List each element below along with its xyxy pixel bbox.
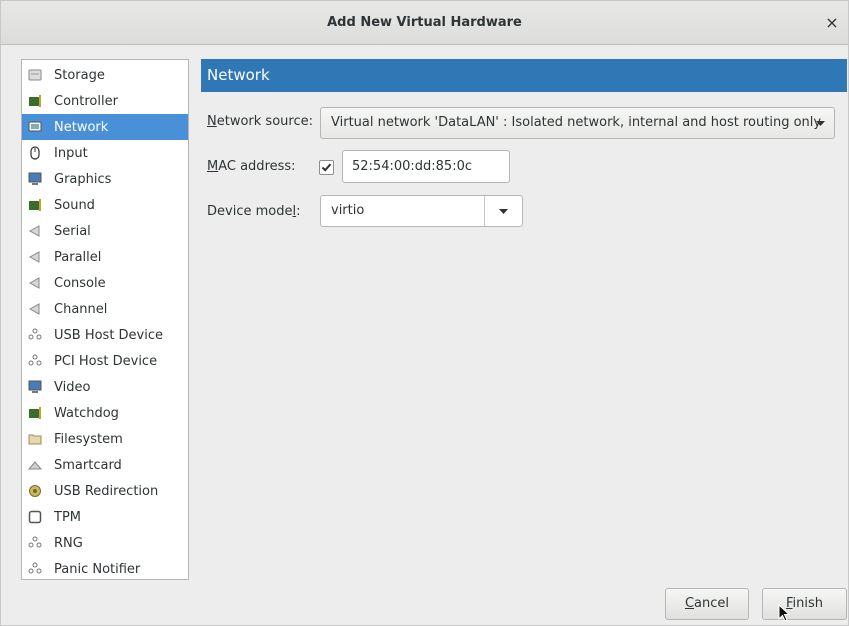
checkmark-icon	[321, 163, 332, 172]
serial-port-icon	[28, 224, 42, 238]
add-virtual-hardware-dialog: Add New Virtual Hardware × Storage Contro…	[0, 0, 849, 626]
network-source-combo[interactable]: Virtual network 'DataLAN' : Isolated net…	[320, 107, 835, 139]
hardware-item-label: Serial	[54, 223, 91, 239]
smartcard-icon	[28, 458, 42, 472]
network-icon	[28, 120, 42, 134]
device-model-dropdown-button[interactable]	[484, 196, 522, 226]
hardware-item-label: RNG	[54, 535, 83, 551]
hardware-item-sound[interactable]: Sound	[22, 192, 188, 218]
hardware-item-usb-redirection[interactable]: USB Redirection	[22, 478, 188, 504]
mac-address-checkbox[interactable]	[319, 160, 334, 175]
cancel-button[interactable]: Cancel	[665, 588, 749, 620]
hardware-item-label: Graphics	[54, 171, 112, 187]
pci-host-icon	[28, 354, 42, 368]
hardware-item-channel[interactable]: Channel	[22, 296, 188, 322]
hardware-item-console[interactable]: Console	[22, 270, 188, 296]
folder-icon	[28, 432, 42, 446]
hardware-item-parallel[interactable]: Parallel	[22, 244, 188, 270]
hardware-item-label: Filesystem	[54, 431, 123, 447]
hardware-item-label: Storage	[54, 67, 105, 83]
hardware-item-watchdog[interactable]: Watchdog	[22, 400, 188, 426]
hardware-item-label: USB Host Device	[54, 327, 164, 343]
storage-icon	[28, 68, 42, 82]
hardware-item-video[interactable]: Video	[22, 374, 188, 400]
hardware-item-label: Channel	[54, 301, 108, 317]
hardware-item-panic-notifier[interactable]: Panic Notifier	[22, 556, 188, 582]
channel-port-icon	[28, 302, 42, 316]
usb-redirection-icon	[28, 484, 42, 498]
hardware-item-label: Network	[54, 119, 109, 135]
panel-header: Network	[201, 59, 847, 92]
hardware-item-label: Sound	[54, 197, 95, 213]
hardware-item-usb-host-device[interactable]: USB Host Device	[22, 322, 188, 348]
finish-button[interactable]: Finish	[762, 588, 847, 620]
controller-icon	[28, 94, 42, 108]
window-title: Add New Virtual Hardware	[327, 15, 522, 30]
hardware-item-label: TPM	[54, 509, 81, 525]
hardware-item-label: Panic Notifier	[54, 561, 141, 577]
hardware-item-input[interactable]: Input	[22, 140, 188, 166]
mouse-icon	[28, 146, 42, 160]
title-bar: Add New Virtual Hardware ×	[1, 1, 848, 45]
hardware-item-label: Video	[54, 379, 91, 395]
usb-host-icon	[28, 328, 42, 342]
hardware-item-smartcard[interactable]: Smartcard	[22, 452, 188, 478]
hardware-item-label: PCI Host Device	[54, 353, 158, 369]
device-model-combo[interactable]: virtio	[320, 195, 523, 227]
rng-icon	[28, 536, 42, 550]
hardware-type-list: Storage Controller Network Input Graphics Sou…	[21, 59, 189, 580]
mouse-pointer-icon	[778, 604, 790, 622]
hardware-item-filesystem[interactable]: Filesystem	[22, 426, 188, 452]
hardware-item-pci-host-device[interactable]: PCI Host Device	[22, 348, 188, 374]
watchdog-icon	[28, 406, 42, 420]
mac-address-label: MAC address:	[207, 159, 296, 174]
panic-notifier-icon	[28, 562, 42, 576]
hardware-item-label: Watchdog	[54, 405, 119, 421]
hardware-item-serial[interactable]: Serial	[22, 218, 188, 244]
parallel-port-icon	[28, 250, 42, 264]
hardware-item-label: USB Redirection	[54, 483, 159, 499]
hardware-item-storage[interactable]: Storage	[22, 62, 188, 88]
hardware-item-network[interactable]: Network	[22, 114, 188, 140]
monitor-icon	[28, 172, 42, 186]
hardware-item-label: Input	[54, 145, 88, 161]
close-icon: ×	[825, 13, 839, 32]
hardware-item-controller[interactable]: Controller	[22, 88, 188, 114]
hardware-item-label: Controller	[54, 93, 118, 109]
hardware-item-rng[interactable]: RNG	[22, 530, 188, 556]
close-button[interactable]: ×	[822, 13, 842, 33]
sound-card-icon	[28, 198, 42, 212]
chevron-down-icon	[499, 209, 508, 214]
chevron-down-icon	[816, 121, 825, 126]
device-model-value: virtio	[331, 203, 365, 218]
device-model-label: Device model:	[207, 204, 301, 219]
hardware-item-label: Console	[54, 275, 106, 291]
hardware-item-label: Smartcard	[54, 457, 122, 473]
console-port-icon	[28, 276, 42, 290]
hardware-item-graphics[interactable]: Graphics	[22, 166, 188, 192]
network-source-value: Virtual network 'DataLAN' : Isolated net…	[331, 115, 822, 130]
hardware-item-label: Parallel	[54, 249, 102, 265]
tpm-icon	[28, 510, 42, 524]
video-icon	[28, 380, 42, 394]
hardware-item-tpm[interactable]: TPM	[22, 504, 188, 530]
mac-address-input[interactable]	[342, 150, 510, 183]
network-source-label: Network source:	[207, 114, 313, 129]
